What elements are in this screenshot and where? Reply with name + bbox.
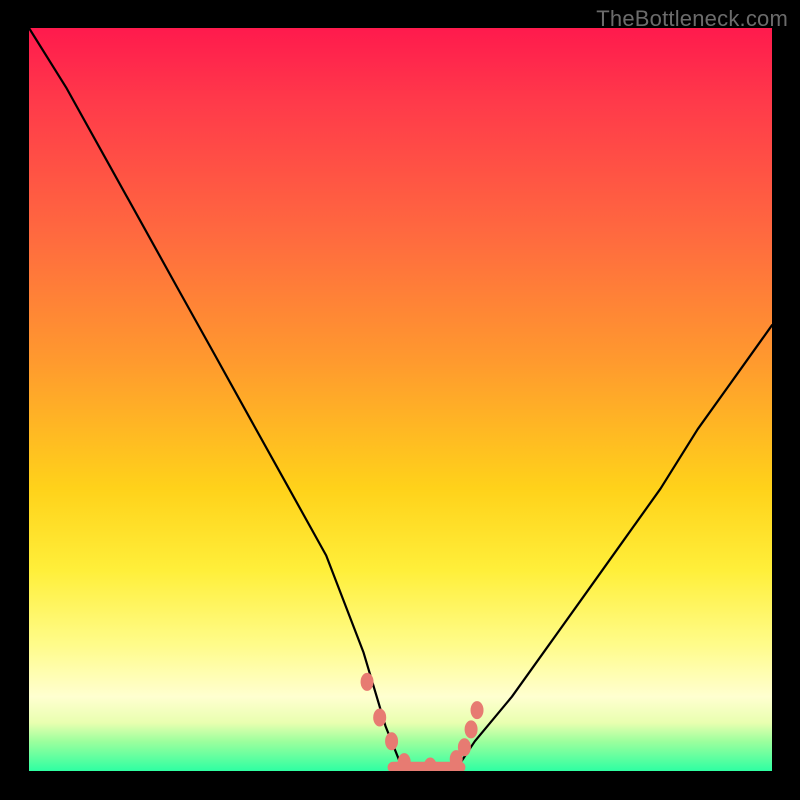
bottleneck-curve	[29, 28, 772, 767]
watermark-text: TheBottleneck.com	[596, 6, 788, 32]
plot-area	[29, 28, 772, 771]
curve-layer	[29, 28, 772, 771]
chart-frame: TheBottleneck.com	[0, 0, 800, 800]
